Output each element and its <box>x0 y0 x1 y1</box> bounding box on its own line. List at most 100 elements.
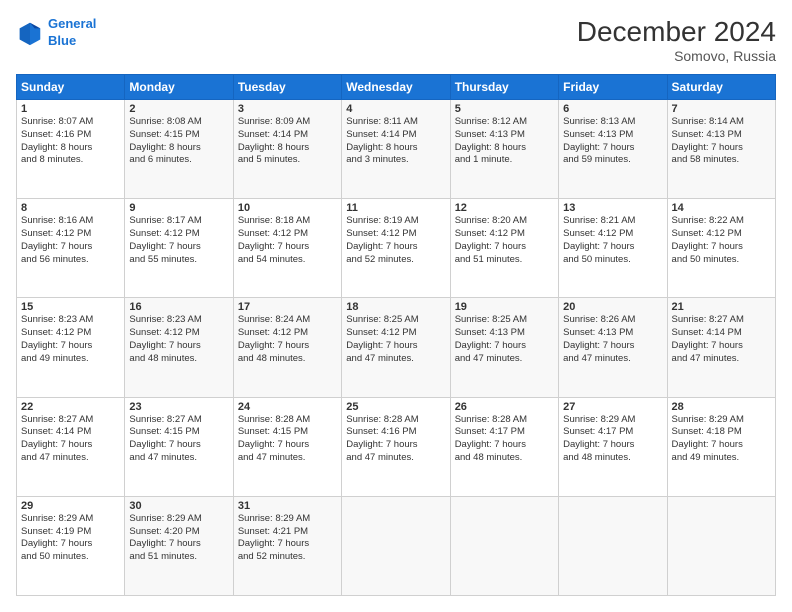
month-title: December 2024 <box>577 16 776 48</box>
cell-line: Daylight: 7 hours <box>455 340 526 351</box>
table-row: 23Sunrise: 8:27 AMSunset: 4:15 PMDayligh… <box>125 397 233 496</box>
cell-line: Sunset: 4:13 PM <box>672 129 742 140</box>
table-row <box>559 496 667 595</box>
table-row: 29Sunrise: 8:29 AMSunset: 4:19 PMDayligh… <box>17 496 125 595</box>
cell-line: Sunset: 4:14 PM <box>238 129 308 140</box>
cell-content: Sunrise: 8:28 AMSunset: 4:15 PMDaylight:… <box>238 414 337 465</box>
cell-line: Daylight: 7 hours <box>238 538 309 549</box>
col-sunday: Sunday <box>17 75 125 100</box>
logo-blue: Blue <box>48 33 76 48</box>
cell-line: Sunrise: 8:24 AM <box>238 314 310 325</box>
col-wednesday: Wednesday <box>342 75 450 100</box>
cell-line: Sunset: 4:20 PM <box>129 526 199 537</box>
title-section: December 2024 Somovo, Russia <box>577 16 776 64</box>
table-row: 19Sunrise: 8:25 AMSunset: 4:13 PMDayligh… <box>450 298 558 397</box>
cell-line: and 51 minutes. <box>129 551 197 562</box>
cell-line: Sunset: 4:18 PM <box>672 426 742 437</box>
day-number: 31 <box>238 500 337 512</box>
cell-line: Sunset: 4:13 PM <box>455 327 525 338</box>
cell-line: and 51 minutes. <box>455 254 523 265</box>
cell-line: Daylight: 7 hours <box>672 142 743 153</box>
cell-line: Daylight: 7 hours <box>455 241 526 252</box>
day-number: 2 <box>129 103 228 115</box>
day-number: 14 <box>672 202 771 214</box>
cell-content: Sunrise: 8:27 AMSunset: 4:15 PMDaylight:… <box>129 414 228 465</box>
calendar-week-1: 1Sunrise: 8:07 AMSunset: 4:16 PMDaylight… <box>17 100 776 199</box>
day-number: 22 <box>21 401 120 413</box>
cell-content: Sunrise: 8:13 AMSunset: 4:13 PMDaylight:… <box>563 116 662 167</box>
cell-line: Sunset: 4:12 PM <box>129 228 199 239</box>
day-number: 13 <box>563 202 662 214</box>
cell-content: Sunrise: 8:21 AMSunset: 4:12 PMDaylight:… <box>563 215 662 266</box>
cell-content: Sunrise: 8:29 AMSunset: 4:19 PMDaylight:… <box>21 513 120 564</box>
cell-line: and 59 minutes. <box>563 154 631 165</box>
table-row: 30Sunrise: 8:29 AMSunset: 4:20 PMDayligh… <box>125 496 233 595</box>
cell-line: Sunset: 4:12 PM <box>129 327 199 338</box>
cell-content: Sunrise: 8:19 AMSunset: 4:12 PMDaylight:… <box>346 215 445 266</box>
cell-content: Sunrise: 8:29 AMSunset: 4:18 PMDaylight:… <box>672 414 771 465</box>
table-row: 1Sunrise: 8:07 AMSunset: 4:16 PMDaylight… <box>17 100 125 199</box>
cell-line: Sunrise: 8:08 AM <box>129 116 201 127</box>
cell-line: Sunrise: 8:25 AM <box>346 314 418 325</box>
cell-line: and 49 minutes. <box>672 452 740 463</box>
day-number: 12 <box>455 202 554 214</box>
cell-line: Sunset: 4:12 PM <box>563 228 633 239</box>
cell-line: Daylight: 7 hours <box>455 439 526 450</box>
cell-line: Sunset: 4:15 PM <box>129 129 199 140</box>
cell-line: and 50 minutes. <box>21 551 89 562</box>
day-number: 16 <box>129 301 228 313</box>
cell-line: and 54 minutes. <box>238 254 306 265</box>
table-row: 20Sunrise: 8:26 AM Sunset: 4:13 PM Dayligh… <box>559 298 667 397</box>
cell-line: and 48 minutes. <box>129 353 197 364</box>
calendar-week-5: 29Sunrise: 8:29 AMSunset: 4:19 PMDayligh… <box>17 496 776 595</box>
cell-line: and 47 minutes. <box>563 353 631 364</box>
cell-line: and 47 minutes. <box>21 452 89 463</box>
cell-line: Sunrise: 8:21 AM <box>563 215 635 226</box>
calendar-header-row: Sunday Monday Tuesday Wednesday Thursday… <box>17 75 776 100</box>
cell-line: Daylight: 8 hours <box>346 142 417 153</box>
cell-content: Sunrise: 8:27 AMSunset: 4:14 PMDaylight:… <box>21 414 120 465</box>
day-number: 26 <box>455 401 554 413</box>
cell-line: Sunrise: 8:12 AM <box>455 116 527 127</box>
cell-line: and 55 minutes. <box>129 254 197 265</box>
cell-line: Daylight: 7 hours <box>129 439 200 450</box>
cell-line: and 47 minutes. <box>129 452 197 463</box>
cell-line: Sunset: 4:12 PM <box>455 228 525 239</box>
cell-content: Sunrise: 8:23 AMSunset: 4:12 PMDaylight:… <box>129 314 228 365</box>
day-number: 11 <box>346 202 445 214</box>
cell-line: Daylight: 7 hours <box>21 439 92 450</box>
cell-line: Sunrise: 8:28 AM <box>238 414 310 425</box>
cell-line: Sunrise: 8:11 AM <box>346 116 418 127</box>
cell-line: Sunset: 4:12 PM <box>21 327 91 338</box>
table-row: 6Sunrise: 8:13 AMSunset: 4:13 PMDaylight… <box>559 100 667 199</box>
cell-line: Sunrise: 8:14 AM <box>672 116 744 127</box>
cell-line: Daylight: 7 hours <box>563 340 634 351</box>
cell-line: Sunset: 4:13 PM <box>563 327 633 338</box>
day-number: 20 <box>563 301 662 313</box>
cell-line: Sunrise: 8:29 AM <box>563 414 635 425</box>
cell-line: Sunrise: 8:26 AM <box>563 314 635 325</box>
cell-content: Sunrise: 8:07 AMSunset: 4:16 PMDaylight:… <box>21 116 120 167</box>
cell-line: and 47 minutes. <box>346 452 414 463</box>
cell-line: and 50 minutes. <box>672 254 740 265</box>
cell-line: Sunset: 4:14 PM <box>672 327 742 338</box>
calendar-week-2: 8Sunrise: 8:16 AMSunset: 4:12 PMDaylight… <box>17 199 776 298</box>
table-row: 31Sunrise: 8:29 AMSunset: 4:21 PMDayligh… <box>233 496 341 595</box>
day-number: 8 <box>21 202 120 214</box>
cell-line: Sunrise: 8:20 AM <box>455 215 527 226</box>
cell-line: Daylight: 7 hours <box>672 340 743 351</box>
cell-line: Sunrise: 8:07 AM <box>21 116 93 127</box>
cell-content: Sunrise: 8:25 AMSunset: 4:13 PMDaylight:… <box>455 314 554 365</box>
cell-line: Sunrise: 8:23 AM <box>129 314 201 325</box>
cell-line: Sunrise: 8:29 AM <box>21 513 93 524</box>
cell-line: and 3 minutes. <box>346 154 408 165</box>
cell-content: Sunrise: 8:26 AM Sunset: 4:13 PM Daylight:… <box>563 314 662 365</box>
table-row: 22Sunrise: 8:27 AMSunset: 4:14 PMDayligh… <box>17 397 125 496</box>
cell-line: Sunrise: 8:13 AM <box>563 116 635 127</box>
cell-line: Sunrise: 8:28 AM <box>346 414 418 425</box>
cell-line: Sunset: 4:12 PM <box>346 228 416 239</box>
cell-line: Sunset: 4:21 PM <box>238 526 308 537</box>
cell-line: Sunrise: 8:17 AM <box>129 215 201 226</box>
day-number: 18 <box>346 301 445 313</box>
col-tuesday: Tuesday <box>233 75 341 100</box>
